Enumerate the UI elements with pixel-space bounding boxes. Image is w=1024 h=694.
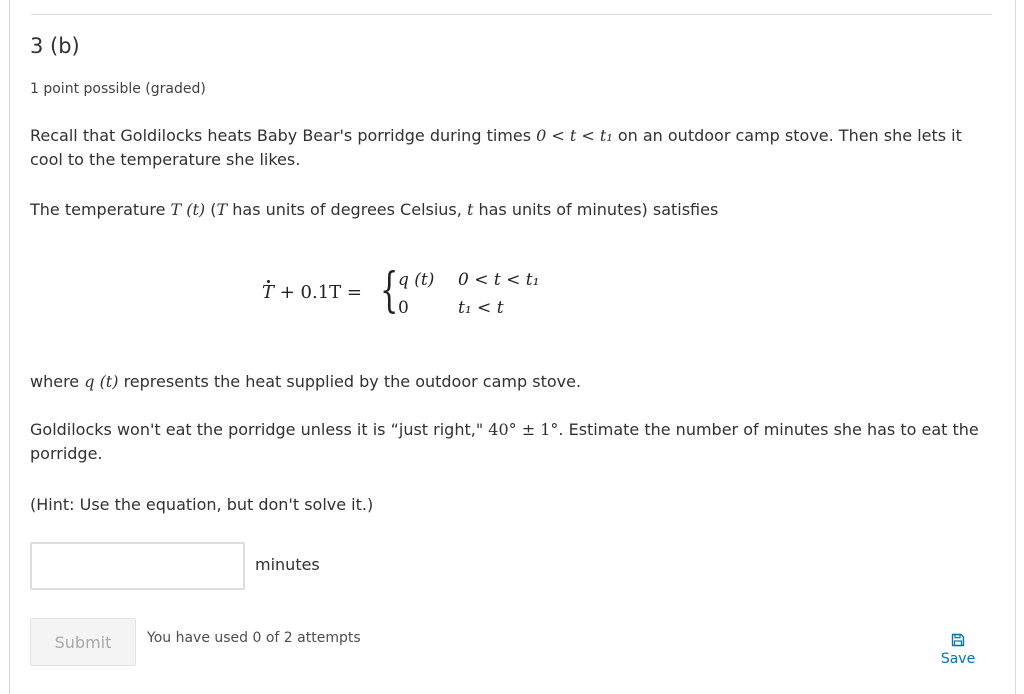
temp-text-4: has units of minutes) satisfies [473, 200, 719, 219]
equation-lhs: T + 0.1T = [262, 280, 362, 303]
right-border [1015, 0, 1016, 694]
temp-symbol-math: T [216, 200, 228, 219]
case1-value: q (t) [398, 270, 435, 290]
top-divider [31, 14, 992, 15]
paragraph-intro: Recall that Goldilocks heats Baby Bear's… [30, 124, 995, 172]
temp-text-1: The temperature [30, 200, 171, 219]
problem-title: 3 (b) [30, 34, 80, 58]
equation-lhs-rest: + 0.1T = [274, 282, 362, 303]
heat-function-math: q (t) [84, 372, 119, 391]
submit-button[interactable]: Submit [30, 618, 136, 666]
temp-text-3: has units of degrees Celsius, [227, 200, 467, 219]
case2-value: 0 [398, 298, 409, 318]
paragraph-heat: where q (t) represents the heat supplied… [30, 370, 995, 394]
intro-text-start: Recall that Goldilocks heats Baby Bear's… [30, 126, 537, 145]
paragraph-question: Goldilocks won't eat the porridge unless… [30, 418, 995, 466]
temp-function-math: T (t) [170, 200, 206, 219]
time-interval-math: 0 < t < t₁ [536, 126, 613, 145]
points-possible: 1 point possible (graded) [30, 81, 206, 97]
case1-condition: 0 < t < t₁ [458, 270, 540, 290]
heat-text-start: where [30, 372, 85, 391]
attempts-status: You have used 0 of 2 attempts [147, 630, 361, 646]
heat-text-end: represents the heat supplied by the outd… [118, 372, 582, 391]
left-border [9, 0, 10, 694]
temperature-range-math: 40° ± 1° [488, 420, 559, 439]
ode-equation: T + 0.1T = { q (t) 0 < t < t₁ 0 t₁ < t [262, 262, 582, 326]
temp-text-2: ( [205, 200, 217, 219]
save-button[interactable]: Save [936, 633, 980, 667]
save-label: Save [940, 651, 976, 667]
question-text-start: Goldilocks won't eat the porridge unless… [30, 420, 489, 439]
piecewise-brace: { [380, 262, 399, 318]
problem-page: 3 (b) 1 point possible (graded) Recall t… [0, 0, 1024, 694]
answer-input[interactable] [30, 542, 245, 590]
case2-condition: t₁ < t [458, 298, 504, 318]
paragraph-hint: (Hint: Use the equation, but don't solve… [30, 495, 374, 514]
floppy-disk-icon [951, 633, 965, 647]
paragraph-temperature: The temperature T (t) (T has units of de… [30, 198, 995, 222]
answer-unit-label: minutes [255, 555, 320, 574]
t-dot-symbol: T [262, 280, 275, 303]
